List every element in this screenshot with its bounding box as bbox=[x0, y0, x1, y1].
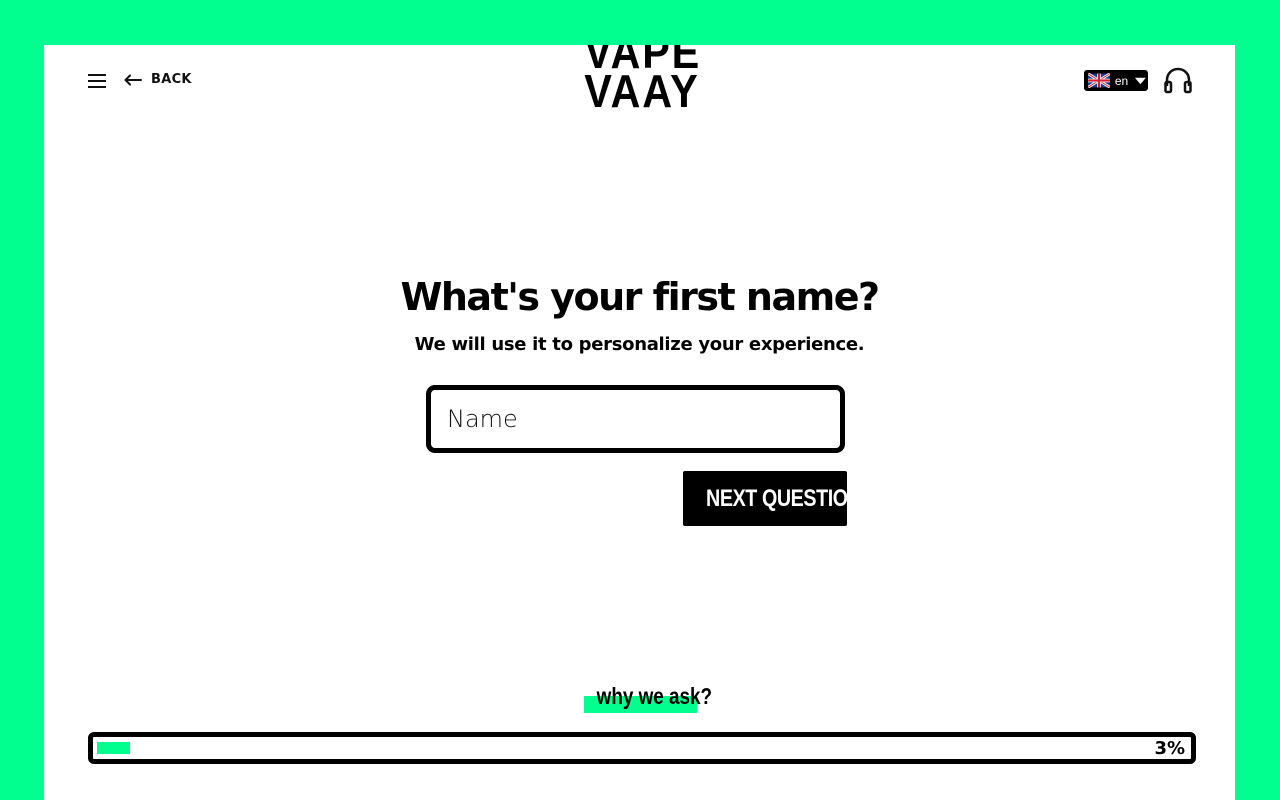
menu-icon-bar bbox=[88, 80, 106, 82]
logo-line-2: VAAY bbox=[584, 65, 700, 117]
main-panel: BACK VAPE VAAY en What's your first name… bbox=[44, 45, 1235, 800]
first-name-input[interactable] bbox=[426, 385, 845, 453]
back-button[interactable]: BACK bbox=[124, 72, 192, 87]
back-label: BACK bbox=[151, 72, 192, 87]
why-we-ask-link[interactable]: why we ask? bbox=[584, 682, 712, 713]
question-title: What's your first name? bbox=[400, 275, 880, 319]
progress-bar: 3% bbox=[88, 732, 1196, 764]
uk-flag-icon bbox=[1088, 73, 1110, 88]
language-code: en bbox=[1114, 73, 1129, 88]
arrow-left-icon bbox=[124, 74, 142, 85]
next-question-button[interactable]: NEXT QUESTION bbox=[683, 471, 862, 526]
language-selector[interactable]: en bbox=[1084, 70, 1148, 91]
why-we-ask-label: why we ask? bbox=[596, 683, 712, 709]
menu-icon-bar bbox=[88, 86, 106, 88]
menu-button[interactable] bbox=[88, 71, 106, 89]
support-button[interactable] bbox=[1164, 66, 1192, 98]
menu-icon bbox=[88, 74, 106, 76]
progress-label: 3% bbox=[1154, 738, 1185, 759]
logo[interactable]: VAPE VAAY bbox=[584, 45, 700, 117]
progress-fill bbox=[97, 742, 130, 754]
next-question-label: NEXT QUESTION bbox=[706, 484, 862, 512]
headphones-icon bbox=[1164, 67, 1192, 94]
chevron-down-icon bbox=[1135, 77, 1147, 84]
question-subtitle: We will use it to personalize your exper… bbox=[414, 334, 865, 355]
